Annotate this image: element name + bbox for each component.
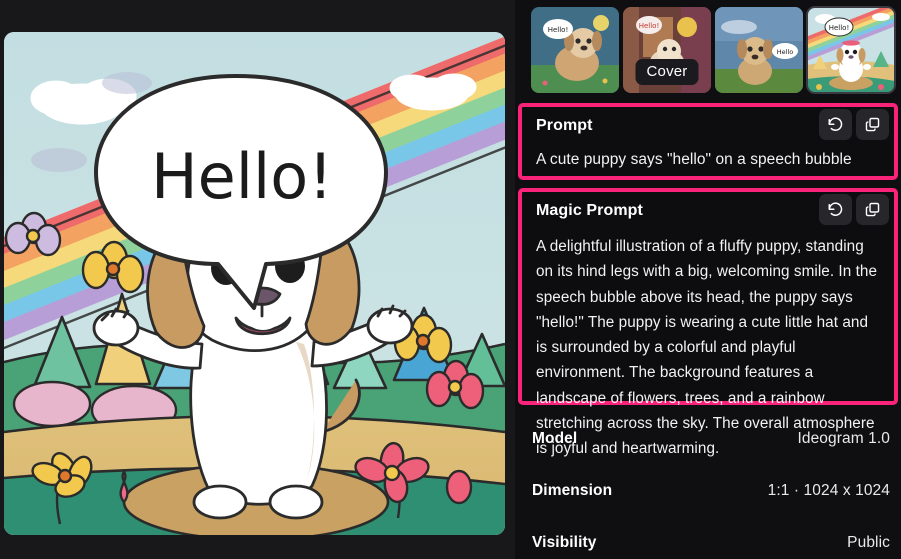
reuse-icon — [828, 202, 843, 216]
reuse-icon — [828, 117, 843, 131]
thumbnail-4[interactable]: Hello! — [806, 6, 896, 94]
detail-side-panel: Hello! Hello! Cover Hello Hello! Prompt … — [515, 0, 901, 559]
prompt-reuse-button[interactable] — [819, 109, 852, 140]
magic-prompt-copy-button[interactable] — [856, 194, 889, 225]
metadata-value-dimension: 1:1 · 1024 x 1024 — [767, 482, 890, 499]
magic-prompt-reuse-button[interactable] — [819, 194, 852, 225]
thumbnail-3[interactable]: Hello — [715, 7, 803, 93]
magic-prompt-card-actions — [819, 194, 889, 225]
main-generated-image[interactable]: Hello! — [4, 32, 505, 535]
magic-prompt-card-title: Magic Prompt — [536, 202, 643, 219]
thumbnail-2-cover-badge: Cover — [635, 59, 699, 85]
metadata-value-model: Ideogram 1.0 — [797, 430, 890, 447]
metadata-label-visibility: Visibility — [532, 534, 597, 551]
metadata-label-dimension: Dimension — [532, 482, 613, 499]
ideogram-image-detail-page: Hello! Hello! Hello! Cover Hello Hello! … — [0, 0, 901, 559]
prompt-card-text: A cute puppy says "hello" on a speech bu… — [536, 151, 852, 168]
copy-icon — [865, 202, 880, 217]
copy-icon — [865, 117, 880, 132]
thumbnail-strip: Hello! Hello! Cover Hello Hello! — [531, 6, 896, 94]
thumbnail-2[interactable]: Hello! Cover — [623, 7, 711, 93]
thumbnail-1[interactable]: Hello! — [531, 7, 619, 93]
prompt-card: Prompt A cute puppy says "hello" on a sp… — [518, 103, 898, 180]
metadata-row-dimension: Dimension 1:1 · 1024 x 1024 — [515, 465, 901, 517]
prompt-card-title: Prompt — [536, 117, 593, 134]
metadata-row-model: Model Ideogram 1.0 — [515, 413, 901, 465]
svg-text:Hello!: Hello! — [548, 26, 569, 34]
metadata-value-visibility: Public — [847, 534, 890, 551]
main-image-artwork: Hello! — [4, 32, 505, 535]
speech-bubble-text: Hello! — [151, 140, 333, 213]
prompt-copy-button[interactable] — [856, 109, 889, 140]
prompt-card-header: Prompt — [522, 107, 894, 145]
magic-prompt-card-header: Magic Prompt — [522, 192, 894, 230]
svg-text:Hello!: Hello! — [639, 22, 660, 30]
metadata-list: Model Ideogram 1.0 Dimension 1:1 · 1024 … — [515, 413, 901, 559]
magic-prompt-card: Magic Prompt A delightful illustration o… — [518, 188, 898, 457]
thumbnail-4-image: Hello! — [807, 7, 895, 93]
metadata-row-visibility: Visibility Public — [515, 517, 901, 559]
thumbnail-1-image: Hello! — [531, 7, 619, 93]
svg-text:Hello!: Hello! — [829, 24, 850, 32]
metadata-label-model: Model — [532, 430, 578, 447]
thumbnail-3-image: Hello — [715, 7, 803, 93]
svg-text:Hello: Hello — [777, 48, 793, 56]
prompt-card-actions — [819, 109, 889, 140]
